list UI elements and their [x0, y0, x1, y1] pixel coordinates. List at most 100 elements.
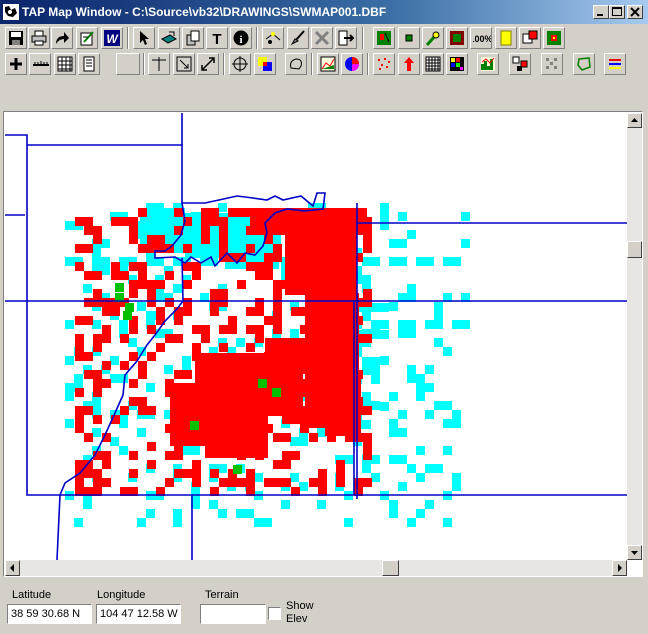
- map-cell: [363, 442, 372, 451]
- blank-button[interactable]: [116, 53, 140, 75]
- vertical-scrollbar[interactable]: [627, 113, 642, 560]
- map-cell: [219, 217, 228, 226]
- map-cell: [348, 277, 357, 286]
- map-cell: [138, 271, 147, 280]
- scatter-button[interactable]: [373, 53, 395, 75]
- map-cell: [102, 379, 111, 388]
- dark-square-button[interactable]: [446, 27, 468, 49]
- map-cell: [321, 277, 330, 286]
- green-map-button[interactable]: [373, 27, 395, 49]
- yellow-note-button[interactable]: [495, 27, 517, 49]
- map-cell: [224, 383, 233, 392]
- map-cell: [291, 451, 300, 460]
- color-layers-icon: [258, 57, 272, 71]
- map-cell: [156, 343, 165, 352]
- map-cell: [223, 413, 232, 422]
- scroll-down-button[interactable]: [627, 545, 642, 560]
- map-cell: [398, 320, 407, 329]
- map-cell: [305, 311, 314, 320]
- map-cell: [93, 289, 102, 298]
- save-button[interactable]: [5, 27, 27, 49]
- mesh-button[interactable]: [422, 53, 444, 75]
- pan-button[interactable]: [229, 53, 251, 75]
- map-cell: [305, 302, 314, 311]
- close-button[interactable]: [627, 5, 643, 19]
- map-canvas[interactable]: [5, 113, 627, 560]
- terrain-field[interactable]: [200, 604, 266, 624]
- maximize-button[interactable]: [609, 5, 625, 19]
- pointer-icon: [140, 31, 149, 45]
- vertical-scroll-thumb[interactable]: [627, 241, 642, 258]
- map-cell: [285, 223, 294, 232]
- zoom-box-button[interactable]: [173, 53, 195, 75]
- map-cell: [263, 518, 272, 527]
- map-cell: [323, 329, 332, 338]
- minimize-button[interactable]: [593, 5, 609, 19]
- document-button[interactable]: [78, 53, 100, 75]
- legend-button[interactable]: [604, 53, 626, 75]
- grid-button[interactable]: [54, 53, 76, 75]
- map-cell: [330, 250, 339, 259]
- edit-note-button[interactable]: [76, 27, 98, 49]
- arrow-up-button[interactable]: [398, 53, 420, 75]
- document-icon: [83, 56, 95, 72]
- map-cell: [291, 307, 300, 316]
- scroll-left-button[interactable]: [5, 560, 20, 576]
- resize-button[interactable]: [197, 53, 219, 75]
- stack-button[interactable]: [182, 27, 204, 49]
- scroll-right-button[interactable]: [612, 560, 627, 576]
- select-red-button[interactable]: [519, 27, 541, 49]
- map-cell: [312, 277, 321, 286]
- show-elev-checkbox[interactable]: [268, 607, 281, 620]
- longitude-field[interactable]: 104 47 12.58 W: [96, 604, 181, 624]
- ruler-button[interactable]: [29, 53, 51, 75]
- cluster-button[interactable]: [509, 53, 531, 75]
- histogram-button[interactable]: [477, 53, 499, 75]
- horizontal-scrollbar[interactable]: [5, 560, 627, 576]
- pin-button[interactable]: [422, 27, 444, 49]
- map-cell: [434, 302, 443, 311]
- chart-button[interactable]: [317, 53, 339, 75]
- zoom-100-button[interactable]: 100%: [470, 27, 492, 49]
- w-button[interactable]: W: [101, 27, 123, 49]
- green-grid-button[interactable]: [543, 27, 565, 49]
- points-button[interactable]: [541, 53, 563, 75]
- map-cell: [183, 307, 192, 316]
- pie-button[interactable]: [341, 53, 363, 75]
- map-cell: [259, 208, 268, 217]
- pointer-button[interactable]: [133, 27, 155, 49]
- map-cell: [443, 347, 452, 356]
- delete-button[interactable]: [311, 27, 333, 49]
- map-cell: [213, 371, 222, 380]
- color-layers-button[interactable]: [254, 53, 276, 75]
- state-boundary: [27, 144, 183, 203]
- polygon-button[interactable]: [573, 53, 595, 75]
- scroll-up-button[interactable]: [627, 113, 642, 128]
- line-tool-button[interactable]: [262, 27, 284, 49]
- exit-button[interactable]: [335, 27, 357, 49]
- color-grid-button[interactable]: [446, 53, 468, 75]
- add-button[interactable]: [5, 53, 27, 75]
- map-cell: [232, 422, 241, 431]
- small-square-button[interactable]: [398, 27, 420, 49]
- redo-button[interactable]: [51, 27, 73, 49]
- brush-button[interactable]: [287, 27, 309, 49]
- latitude-field[interactable]: 38 59 30.68 N: [7, 604, 92, 624]
- map-cell: [188, 401, 197, 410]
- map-cell: [363, 406, 372, 415]
- map-cell: [75, 334, 84, 343]
- map-cell: [93, 370, 102, 379]
- app-icon[interactable]: [3, 4, 19, 20]
- map-cell: [309, 478, 318, 487]
- text-button[interactable]: T: [206, 27, 228, 49]
- print-button[interactable]: [28, 27, 50, 49]
- map-cell: [183, 244, 192, 253]
- map-cell: [158, 208, 167, 217]
- crosshair-button[interactable]: [148, 53, 170, 75]
- layer-button[interactable]: [158, 27, 180, 49]
- info-button[interactable]: i: [230, 27, 252, 49]
- lasso-button[interactable]: [285, 53, 307, 75]
- map-cell: [362, 312, 371, 321]
- map-cell: [294, 277, 303, 286]
- horizontal-scroll-thumb[interactable]: [382, 560, 399, 576]
